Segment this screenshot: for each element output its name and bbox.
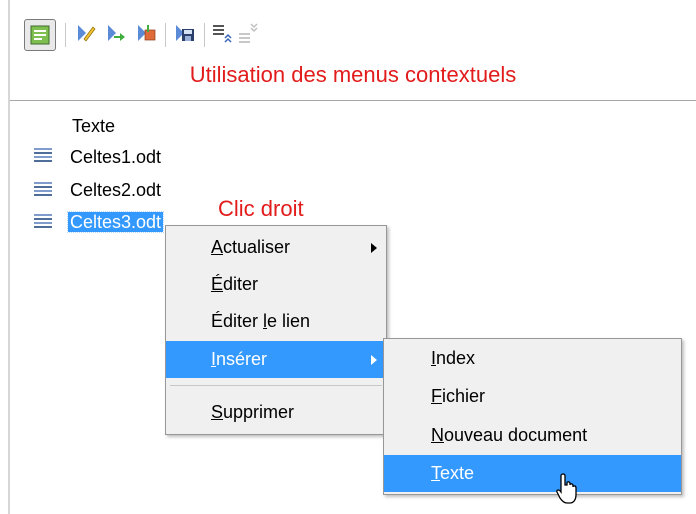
tree-item[interactable]: Celtes2.odt	[70, 180, 161, 200]
arrow-icon	[108, 25, 125, 41]
document-icon	[34, 182, 52, 197]
submenu-item-nouveau-document[interactable]: Nouveau document	[384, 417, 681, 454]
navigator-toggle-icon	[30, 25, 50, 45]
document-icon	[34, 148, 52, 163]
toolbar-separator	[165, 23, 166, 47]
insert-button[interactable]	[134, 21, 158, 45]
menu-item-inserer[interactable]: Insérer	[166, 341, 386, 378]
submenu-item-texte[interactable]: Texte	[384, 455, 681, 492]
chevron-right-icon	[371, 355, 377, 365]
caption-title: Utilisation des menus contextuels	[189, 62, 517, 87]
document-icon	[34, 214, 52, 229]
mouse-cursor-icon	[556, 473, 577, 504]
submenu-item-fichier[interactable]: Fichier	[384, 378, 681, 415]
edit-pencil-icon	[78, 25, 96, 42]
context-menu: Actualiser Éditer Éditer le lien Insérer…	[165, 225, 387, 435]
divider	[10, 100, 696, 101]
demote-level-icon	[239, 23, 258, 43]
navigator-toolbar	[10, 0, 696, 64]
save-button[interactable]	[173, 21, 197, 45]
arrow-button[interactable]	[104, 21, 128, 45]
menu-item-editer[interactable]: Éditer	[166, 266, 386, 303]
menu-item-supprimer[interactable]: Supprimer	[166, 394, 386, 431]
tree-header: Texte	[72, 116, 116, 136]
tree-item[interactable]: Celtes1.odt	[70, 147, 161, 167]
submenu-item-index[interactable]: Index	[384, 340, 681, 377]
callout-annotation: Clic droit	[218, 196, 304, 221]
promote-level-button[interactable]	[210, 21, 234, 45]
promote-level-icon	[213, 25, 232, 43]
insert-submenu: Index Fichier Nouveau document Texte	[383, 338, 682, 495]
toolbar-separator	[204, 23, 205, 47]
chevron-right-icon	[371, 243, 377, 253]
menu-item-actualiser[interactable]: Actualiser	[166, 229, 386, 266]
menu-separator	[170, 385, 382, 386]
edit-button[interactable]	[74, 21, 98, 45]
navigator-toggle-button[interactable]	[24, 19, 56, 51]
demote-level-button[interactable]	[236, 21, 260, 45]
menu-item-editer-le-lien[interactable]: Éditer le lien	[166, 303, 386, 340]
save-icon	[176, 25, 194, 41]
insert-icon	[138, 25, 156, 41]
tree-item-selected[interactable]: Celtes3.odt	[66, 211, 165, 233]
toolbar-separator	[65, 23, 66, 47]
